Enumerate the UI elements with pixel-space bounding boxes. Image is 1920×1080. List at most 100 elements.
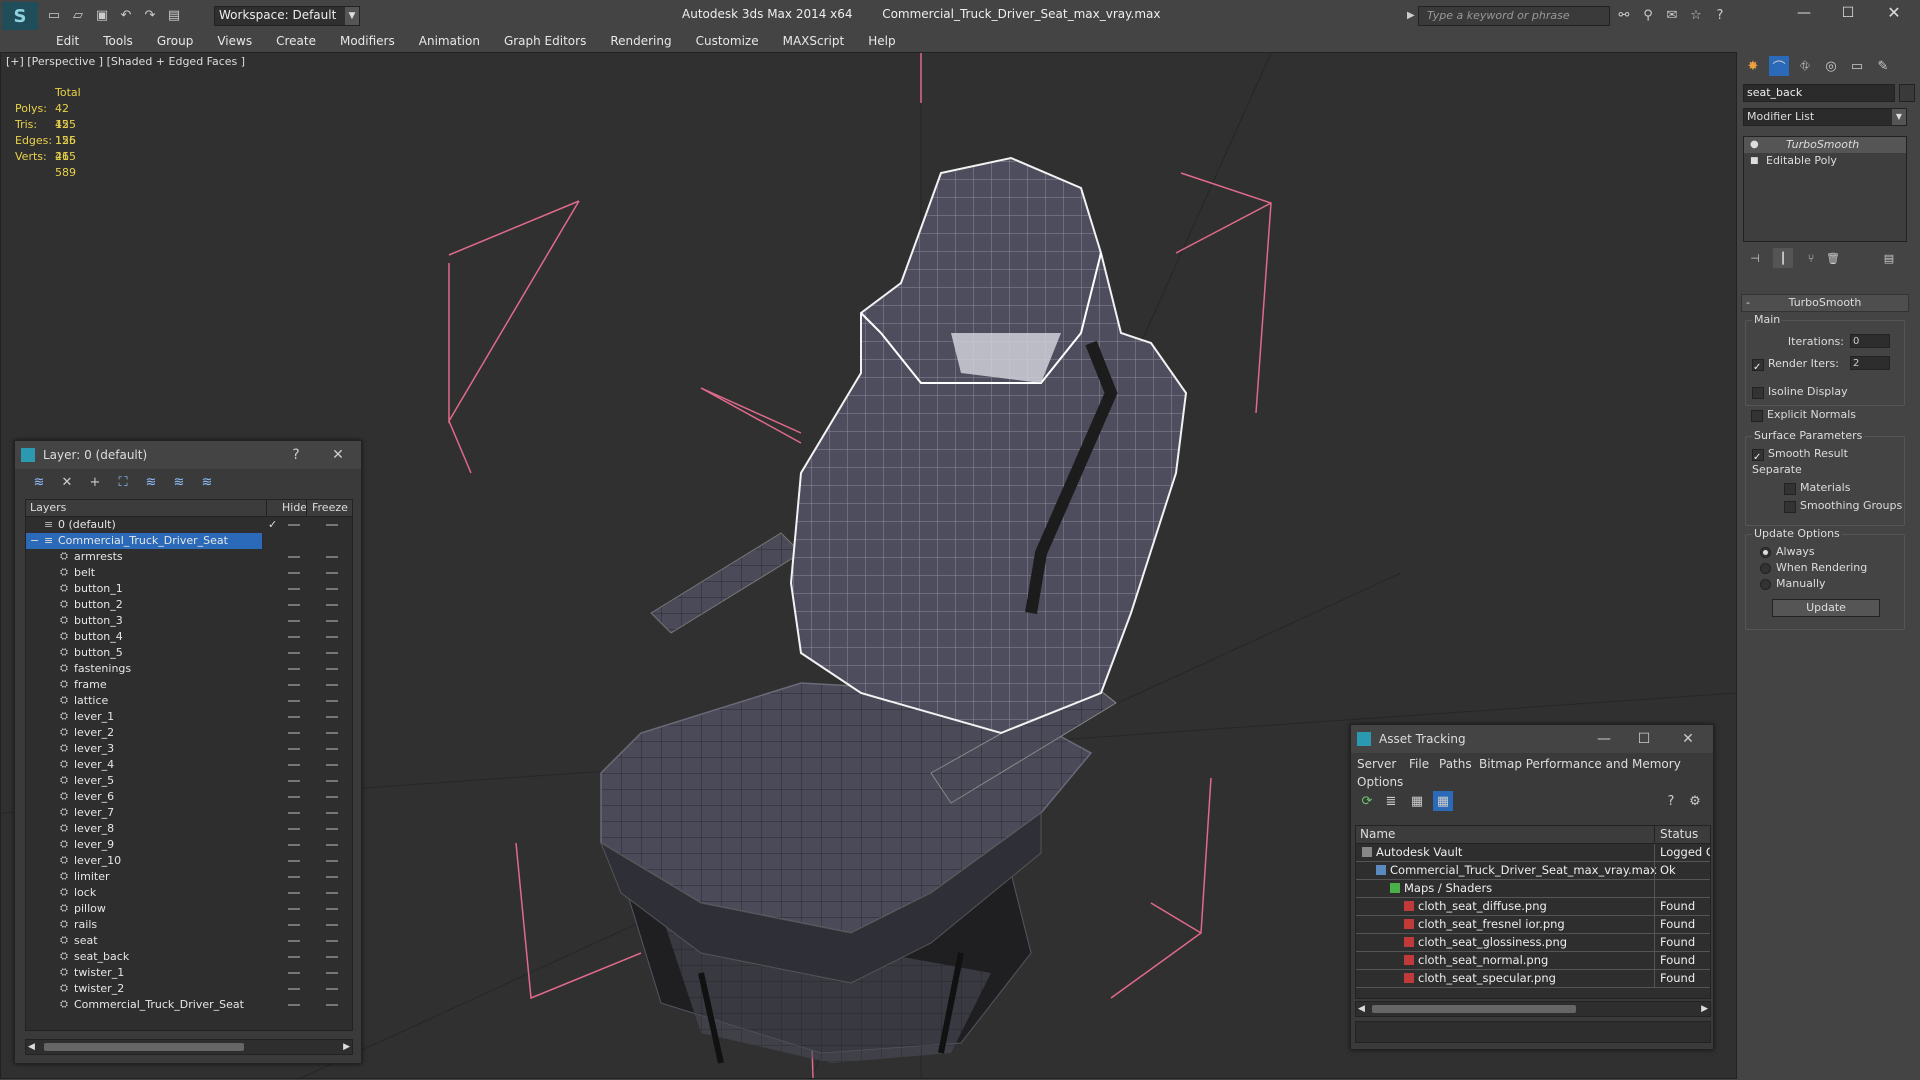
hide-toggle[interactable]	[288, 700, 300, 702]
create-tab-icon[interactable]: ✸	[1743, 56, 1763, 76]
hide-toggle[interactable]	[288, 716, 300, 718]
hide-toggle[interactable]	[288, 908, 300, 910]
app-logo[interactable]: S	[2, 2, 38, 30]
active-layer-check-icon[interactable]: ✓	[268, 517, 277, 533]
freeze-toggle[interactable]	[326, 732, 338, 734]
freeze-toggle[interactable]	[326, 828, 338, 830]
menu-group[interactable]: Group	[145, 30, 206, 52]
hide-toggle[interactable]	[288, 556, 300, 558]
menu-rendering[interactable]: Rendering	[598, 30, 683, 52]
select-objects-icon[interactable]: ⛶	[113, 472, 133, 492]
freeze-toggle[interactable]	[326, 876, 338, 878]
scroll-thumb[interactable]	[1372, 1005, 1576, 1013]
layers-column-header[interactable]: Layers	[30, 500, 66, 516]
freeze-toggle[interactable]	[326, 940, 338, 942]
hide-toggle[interactable]	[288, 652, 300, 654]
hide-toggle[interactable]	[288, 892, 300, 894]
asset-row[interactable]: cloth_seat_glossiness.png Found	[1356, 934, 1710, 952]
hide-toggle[interactable]	[288, 732, 300, 734]
settings-icon[interactable]: ⚙	[1685, 791, 1705, 811]
freeze-toggle[interactable]	[326, 748, 338, 750]
manually-radio[interactable]	[1760, 579, 1771, 590]
asset-row[interactable]: cloth_seat_fresnel ior.png Found	[1356, 916, 1710, 934]
menu-animation[interactable]: Animation	[407, 30, 492, 52]
layer-object-row[interactable]: ⛭ rails	[26, 917, 352, 933]
binoculars-icon[interactable]: ⚯	[1614, 5, 1634, 25]
asset-hscrollbar[interactable]: ◀ ▶	[1355, 1001, 1711, 1017]
list-view-icon[interactable]: ≣	[1381, 791, 1401, 811]
make-unique-icon[interactable]: ⑂	[1801, 248, 1821, 268]
layer-object-row[interactable]: ⛭ twister_1	[26, 965, 352, 981]
freeze-toggle[interactable]	[326, 860, 338, 862]
scroll-left-icon[interactable]: ◀	[28, 1040, 35, 1054]
hide-toggle[interactable]	[288, 764, 300, 766]
configure-sets-icon[interactable]: ▤	[1879, 248, 1899, 268]
object-name-field[interactable]: seat_back	[1743, 84, 1895, 102]
communication-icon[interactable]: ✉	[1662, 5, 1682, 25]
hide-toggle[interactable]	[288, 668, 300, 670]
maximize-button[interactable]: ☐	[1828, 0, 1868, 26]
hide-toggle[interactable]	[288, 828, 300, 830]
menu-customize[interactable]: Customize	[684, 30, 771, 52]
freeze-toggle[interactable]	[326, 908, 338, 910]
layer-object-row[interactable]: ⛭ lever_4	[26, 757, 352, 773]
asset-menu-bitmap-performance-and-memory[interactable]: Bitmap Performance and Memory	[1479, 757, 1681, 771]
menu-maxscript[interactable]: MAXScript	[771, 30, 857, 52]
hierarchy-tab-icon[interactable]: ⛗	[1795, 56, 1815, 76]
create-layer-icon[interactable]: ≋	[29, 472, 49, 492]
hide-toggle[interactable]	[288, 844, 300, 846]
stack-item-turbosmooth[interactable]: ● TurboSmooth	[1744, 137, 1906, 153]
menu-help[interactable]: Help	[856, 30, 907, 52]
layer-object-row[interactable]: ⛭ lever_8	[26, 821, 352, 837]
open-file-icon[interactable]: ▱	[68, 5, 88, 25]
layer-object-row[interactable]: ⛭ button_5	[26, 645, 352, 661]
asset-menu-paths[interactable]: Paths	[1439, 757, 1472, 771]
asset-path-field[interactable]	[1355, 1021, 1711, 1043]
favorites-star-icon[interactable]: ☆	[1686, 5, 1706, 25]
freeze-toggle[interactable]	[326, 780, 338, 782]
expand-icon[interactable]: ■	[1750, 153, 1759, 169]
motion-tab-icon[interactable]: ◎	[1821, 56, 1841, 76]
object-color-swatch[interactable]	[1899, 84, 1915, 102]
freeze-toggle[interactable]	[326, 892, 338, 894]
render-iters-spinner[interactable]: 2	[1850, 356, 1890, 370]
hide-column-header[interactable]: Hide	[282, 500, 307, 516]
layer-object-row[interactable]: ⛭ button_1	[26, 581, 352, 597]
freeze-toggle[interactable]	[326, 604, 338, 606]
asset-row[interactable]: Autodesk Vault Logged O	[1356, 844, 1710, 862]
hide-toggle[interactable]	[288, 620, 300, 622]
hide-toggle[interactable]	[288, 924, 300, 926]
layer-object-row[interactable]: ⛭ pillow	[26, 901, 352, 917]
freeze-toggle[interactable]	[326, 972, 338, 974]
hide-toggle[interactable]	[288, 604, 300, 606]
asset-row[interactable]: Commercial_Truck_Driver_Seat_max_vray.ma…	[1356, 862, 1710, 880]
layer-help-button[interactable]: ?	[281, 441, 311, 469]
menu-views[interactable]: Views	[205, 30, 264, 52]
lightbulb-icon[interactable]: ●	[1750, 137, 1759, 153]
undo-icon[interactable]: ↶	[116, 5, 136, 25]
update-button[interactable]: Update	[1772, 599, 1880, 617]
layer-object-row[interactable]: ⛭ lever_5	[26, 773, 352, 789]
isoline-checkbox[interactable]	[1752, 387, 1764, 399]
layer-panel-titlebar[interactable]: Layer: 0 (default) ? ✕	[15, 441, 361, 469]
pin-stack-icon[interactable]: ⊣	[1745, 248, 1765, 268]
freeze-toggle[interactable]	[326, 988, 338, 990]
hide-all-layers-icon[interactable]: ≋	[169, 472, 189, 492]
freeze-toggle[interactable]	[326, 844, 338, 846]
layer-object-row[interactable]: ⛭ button_2	[26, 597, 352, 613]
freeze-toggle[interactable]	[326, 764, 338, 766]
freeze-toggle[interactable]	[326, 956, 338, 958]
freeze-toggle[interactable]	[326, 700, 338, 702]
project-folder-icon[interactable]: ▤	[164, 5, 184, 25]
layer-object-row[interactable]: ⛭ lever_1	[26, 709, 352, 725]
minimize-button[interactable]: —	[1589, 725, 1619, 753]
hide-toggle[interactable]	[288, 780, 300, 782]
layer-close-button[interactable]: ✕	[323, 441, 353, 469]
menu-modifiers[interactable]: Modifiers	[328, 30, 407, 52]
hide-toggle[interactable]	[288, 796, 300, 798]
utilities-tab-icon[interactable]: ✎	[1873, 56, 1893, 76]
layer-object-row[interactable]: ⛭ seat_back	[26, 949, 352, 965]
minimize-button[interactable]: —	[1784, 0, 1824, 26]
layer-object-row[interactable]: ⛭ fastenings	[26, 661, 352, 677]
close-button[interactable]: ✕	[1872, 0, 1916, 26]
